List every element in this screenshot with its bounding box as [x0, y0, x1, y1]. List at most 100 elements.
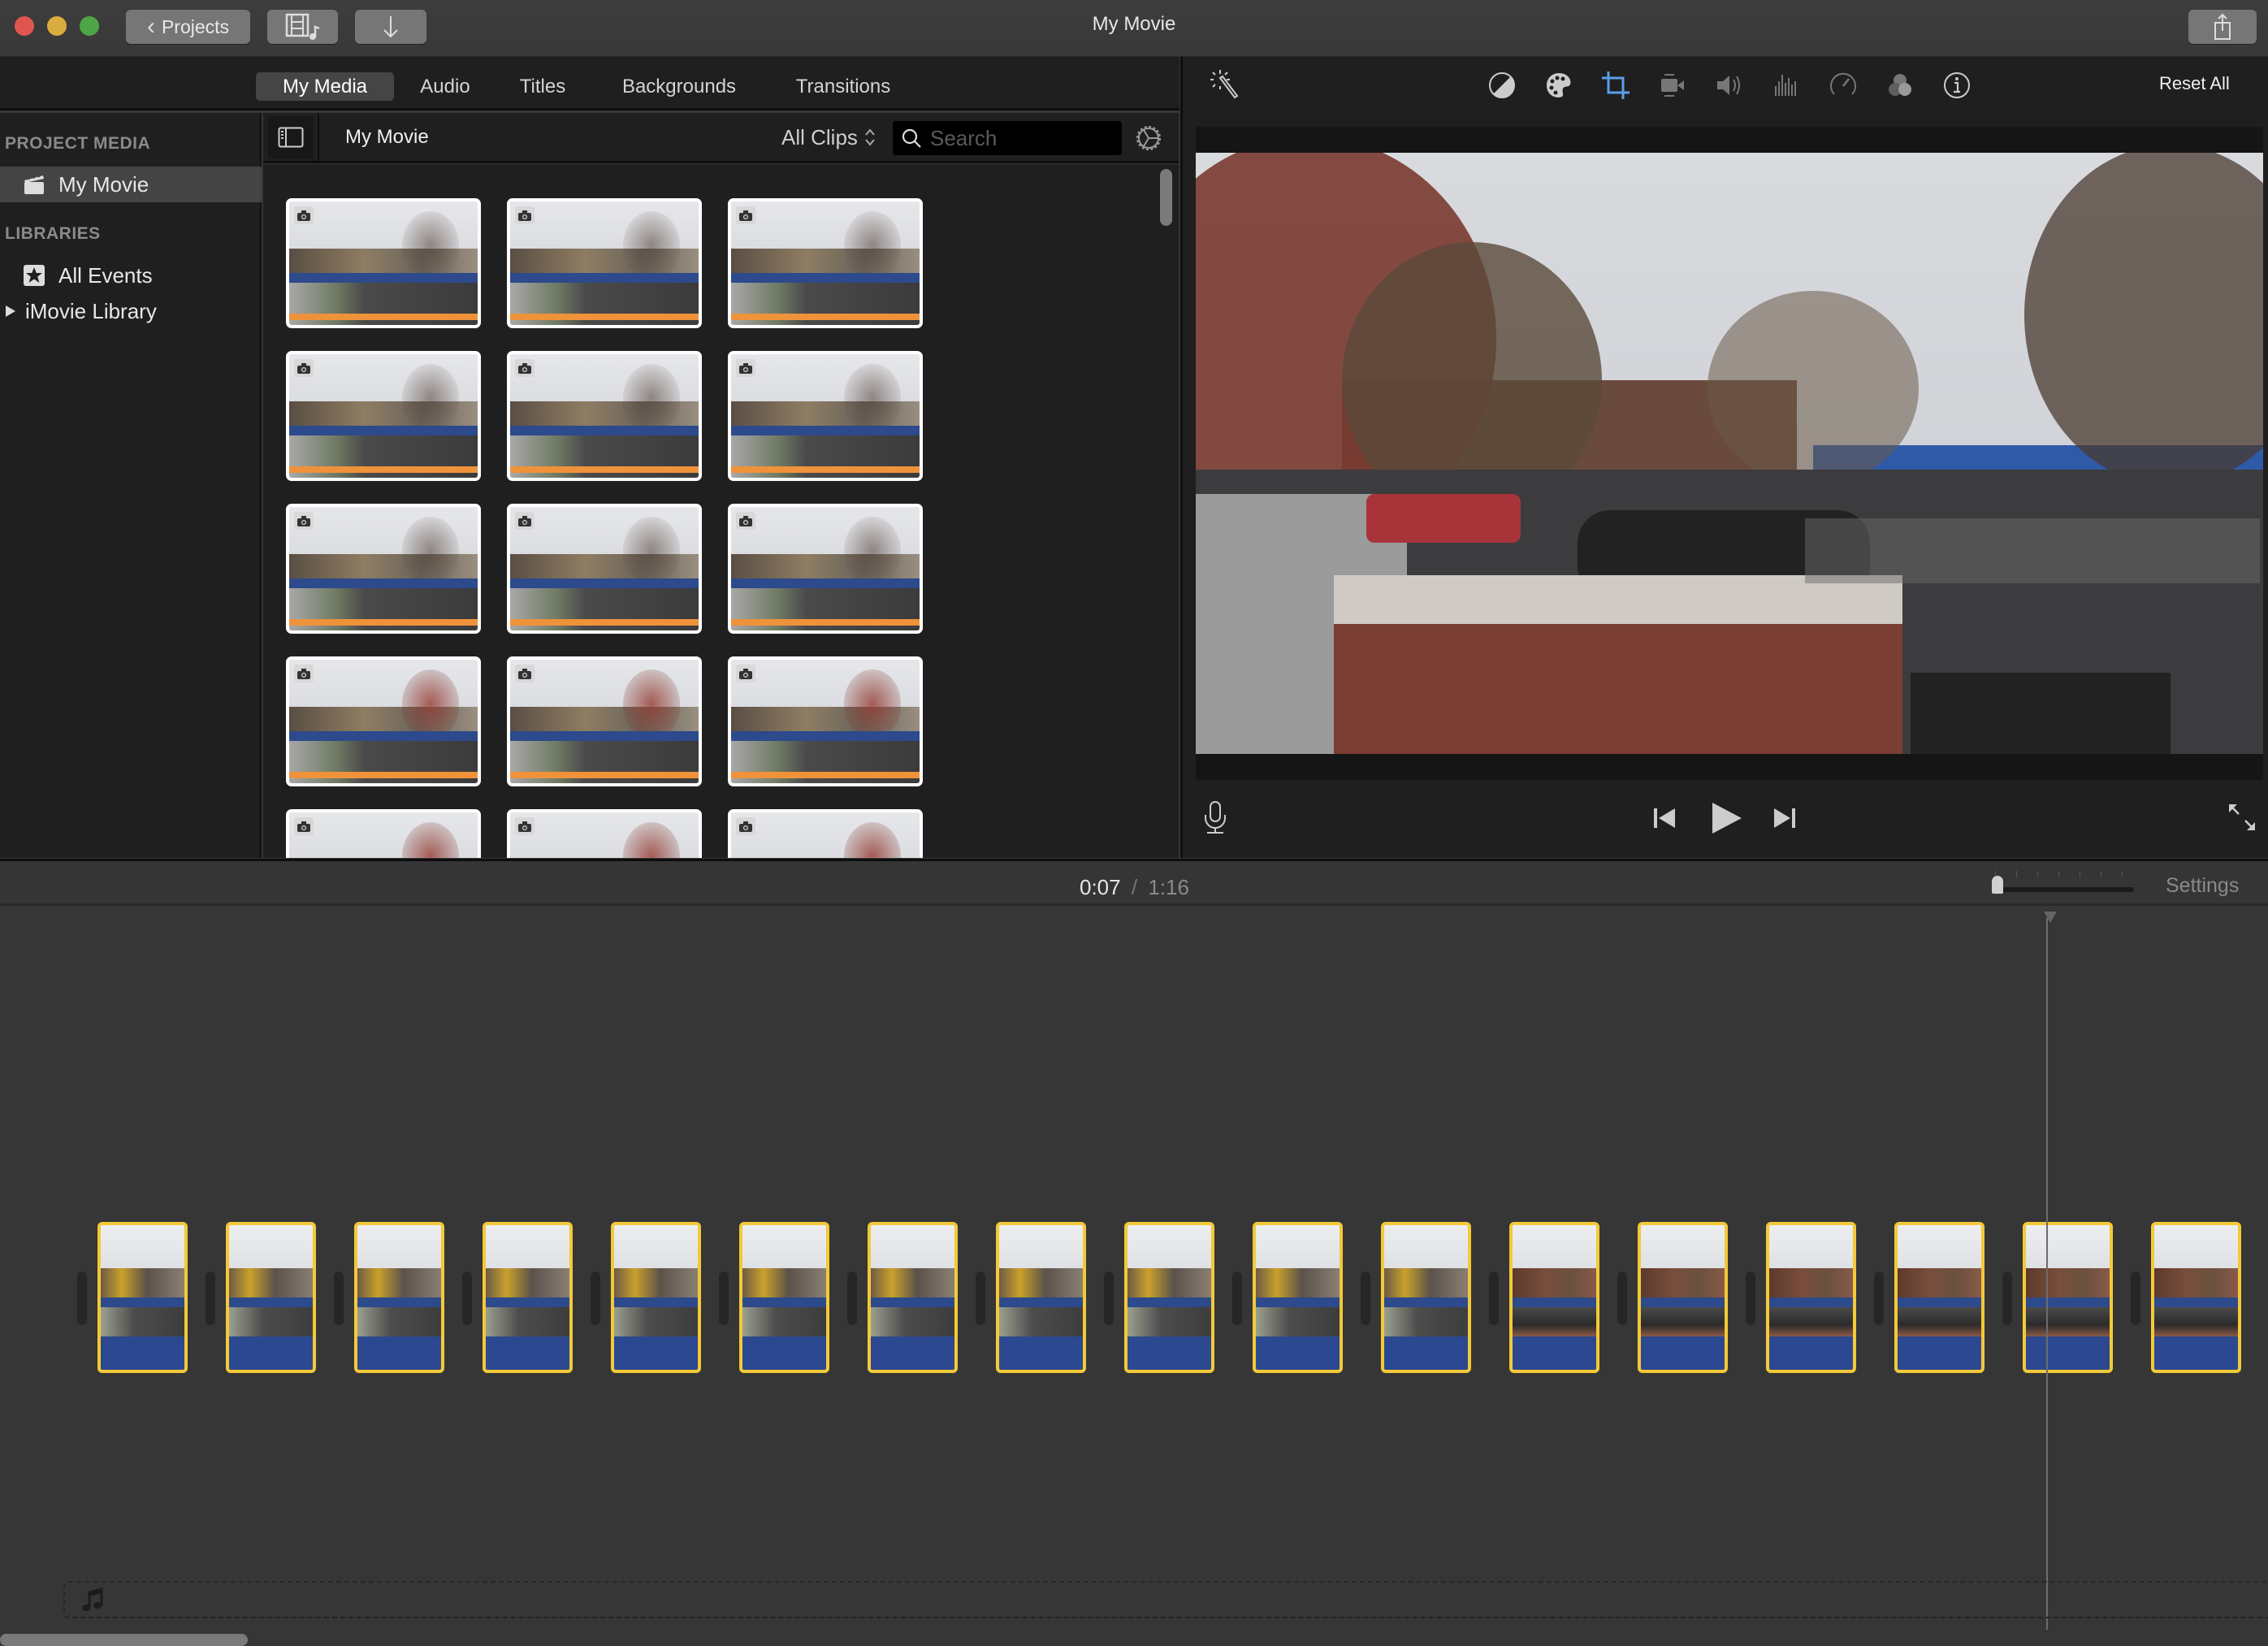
play-icon [1712, 803, 1742, 834]
clip-gap-handle[interactable] [1874, 1271, 1884, 1325]
tab-transitions[interactable]: Transitions [780, 72, 907, 101]
sidebar-item-all-events[interactable]: All Events [0, 258, 262, 293]
browser-settings-button[interactable] [1133, 123, 1164, 158]
media-thumbnail[interactable] [728, 504, 923, 634]
clip-gap-handle[interactable] [2131, 1271, 2140, 1325]
timeline-clip[interactable] [1253, 1222, 1343, 1373]
clip-audio-waveform [486, 1336, 569, 1370]
stabilization-button[interactable] [1657, 70, 1688, 101]
media-thumbnail[interactable] [286, 656, 481, 786]
camera-icon [515, 665, 535, 682]
media-grid-scrollbar[interactable] [1160, 169, 1172, 226]
zoom-slider-thumb[interactable] [1992, 876, 2003, 894]
media-thumbnail[interactable] [507, 656, 702, 786]
share-button[interactable] [2188, 10, 2257, 44]
timeline-clip[interactable] [611, 1222, 701, 1373]
clip-gap-handle[interactable] [591, 1271, 600, 1325]
clip-gap-handle[interactable] [1617, 1271, 1627, 1325]
camera-icon [736, 206, 755, 224]
media-thumbnail[interactable] [286, 809, 481, 858]
used-in-project-bar [289, 466, 478, 473]
timeline-clip[interactable] [739, 1222, 829, 1373]
clip-gap-handle[interactable] [1746, 1271, 1755, 1325]
used-in-project-bar [289, 619, 478, 626]
sidebar-item-my-movie[interactable]: My Movie [0, 167, 262, 202]
clip-gap-handle[interactable] [847, 1271, 857, 1325]
clip-gap-handle[interactable] [1104, 1271, 1114, 1325]
media-thumbnail[interactable] [286, 504, 481, 634]
color-balance-button[interactable] [1487, 70, 1517, 101]
voiceover-button[interactable] [1202, 800, 1228, 840]
clip-filter-button[interactable] [1885, 70, 1915, 101]
media-thumbnail[interactable] [728, 351, 923, 481]
media-thumbnail[interactable] [286, 198, 481, 328]
tab-backgrounds[interactable]: Backgrounds [608, 72, 751, 101]
tab-my-media[interactable]: My Media [256, 72, 394, 101]
clip-gap-handle[interactable] [2002, 1271, 2012, 1325]
playhead-line[interactable] [2046, 918, 2048, 1630]
crop-button[interactable] [1600, 70, 1631, 101]
media-thumbnail[interactable] [728, 656, 923, 786]
timeline-scrollbar[interactable] [0, 1634, 248, 1646]
clip-gap-handle[interactable] [719, 1271, 729, 1325]
clip-gap-handle[interactable] [1232, 1271, 1242, 1325]
clip-audio-waveform [1384, 1336, 1468, 1370]
disclosure-triangle-icon[interactable] [4, 304, 17, 318]
timeline-clip[interactable] [996, 1222, 1086, 1373]
color-correction-button[interactable] [1543, 70, 1574, 101]
tab-titles[interactable]: Titles [505, 72, 580, 101]
clip-gap-handle[interactable] [77, 1271, 87, 1325]
media-thumbnail[interactable] [507, 809, 702, 858]
media-thumbnail[interactable] [507, 504, 702, 634]
clip-gap-handle[interactable] [976, 1271, 985, 1325]
timeline-clip[interactable] [1381, 1222, 1471, 1373]
timeline-clip[interactable] [354, 1222, 444, 1373]
zoom-tick [2037, 871, 2038, 877]
clip-gap-handle[interactable] [1489, 1271, 1499, 1325]
timeline-clip[interactable] [226, 1222, 316, 1373]
play-button[interactable] [1711, 802, 1743, 838]
fullscreen-button[interactable] [2227, 803, 2257, 836]
search-field[interactable]: Search [893, 121, 1122, 155]
tab-audio[interactable]: Audio [406, 72, 484, 101]
music-well[interactable] [63, 1581, 2268, 1618]
noise-reduction-button[interactable] [1771, 70, 1802, 101]
timeline-clip[interactable] [2151, 1222, 2241, 1373]
media-thumbnail[interactable] [507, 351, 702, 481]
volume-button[interactable] [1714, 70, 1745, 101]
crop-icon [1602, 71, 1630, 99]
toggle-sidebar-button[interactable] [268, 116, 314, 158]
clip-gap-handle[interactable] [334, 1271, 344, 1325]
media-thumbnail[interactable] [507, 198, 702, 328]
enhance-button[interactable] [1207, 68, 1241, 106]
sidebar-item-imovie-library[interactable]: iMovie Library [0, 293, 262, 329]
search-placeholder: Search [930, 125, 998, 150]
info-button[interactable] [1941, 70, 1972, 101]
clip-gap-handle[interactable] [1361, 1271, 1370, 1325]
skip-back-button[interactable] [1654, 808, 1677, 833]
media-thumbnail[interactable] [728, 198, 923, 328]
clip-filter-dropdown[interactable]: All Clips [781, 123, 876, 152]
clip-gap-handle[interactable] [462, 1271, 472, 1325]
used-in-project-bar [510, 314, 699, 320]
timeline-clip[interactable] [2023, 1222, 2113, 1373]
clip-gap-handle[interactable] [206, 1271, 215, 1325]
microphone-icon [1205, 801, 1226, 834]
media-thumbnail[interactable] [728, 809, 923, 858]
timeline-clip[interactable] [868, 1222, 958, 1373]
timeline-clip[interactable] [1894, 1222, 1984, 1373]
media-thumbnail[interactable] [286, 351, 481, 481]
timeline-clip[interactable] [1766, 1222, 1856, 1373]
speed-button[interactable] [1828, 70, 1859, 101]
camera-icon [515, 206, 535, 224]
timeline-clip[interactable] [97, 1222, 188, 1373]
media-grid [263, 164, 1179, 858]
timeline-clip[interactable] [1509, 1222, 1599, 1373]
timeline-clip[interactable] [483, 1222, 573, 1373]
timeline-settings-button[interactable]: Settings [2166, 874, 2239, 898]
reset-all-button[interactable]: Reset All [2159, 73, 2230, 94]
timeline-clip[interactable] [1638, 1222, 1728, 1373]
skip-forward-button[interactable] [1772, 808, 1795, 833]
timeline-zoom-slider[interactable] [1992, 869, 2134, 902]
timeline-clip[interactable] [1124, 1222, 1214, 1373]
